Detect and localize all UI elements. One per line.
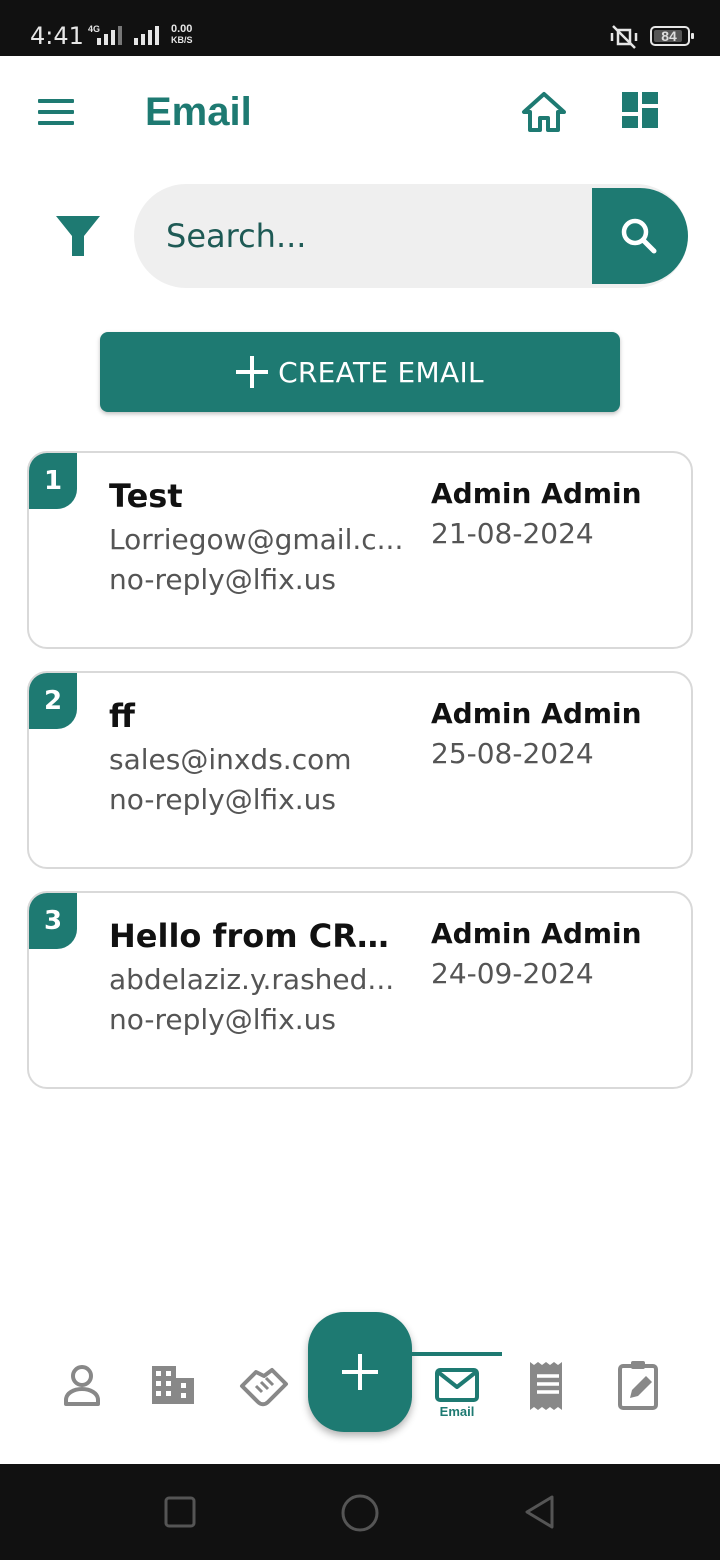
active-tab-indicator	[412, 1352, 502, 1356]
battery-icon: 84	[650, 26, 694, 46]
email-index-badge: 3	[29, 893, 77, 949]
email-index-badge: 2	[29, 673, 77, 729]
home-system-icon[interactable]	[340, 1493, 380, 1533]
system-navigation-bar	[0, 1464, 720, 1560]
menu-button[interactable]	[34, 94, 78, 130]
recent-apps-icon[interactable]	[164, 1496, 196, 1528]
plus-icon	[236, 356, 269, 388]
add-icon	[342, 1354, 378, 1390]
company-icon[interactable]	[142, 1356, 202, 1416]
email-owner: Admin Admin	[431, 477, 642, 510]
app-bar: Email	[0, 56, 720, 166]
email-date: 25-08-2024	[431, 737, 594, 770]
email-recipient: Lorriegow@gmail.c...	[109, 523, 404, 556]
nav-email-label: Email	[439, 1404, 475, 1419]
home-icon[interactable]	[520, 90, 568, 134]
invoice-icon[interactable]	[518, 1356, 578, 1416]
vibrate-mute-icon	[610, 25, 638, 49]
email-subject: Test	[109, 477, 183, 515]
status-bar: 4:41 4G 0.00 KB/S 84	[0, 0, 720, 56]
email-card[interactable]: 2 ff sales@inxds.com no-reply@lfix.us Ad…	[27, 671, 693, 869]
email-date: 24-09-2024	[431, 957, 594, 990]
speed-value: 0.00	[171, 23, 193, 35]
signal-2-icon	[134, 26, 159, 45]
email-owner: Admin Admin	[431, 917, 642, 950]
battery-level: 84	[661, 28, 677, 44]
dashboard-icon[interactable]	[618, 92, 662, 132]
filter-icon[interactable]	[54, 214, 102, 258]
deals-icon[interactable]	[234, 1356, 294, 1416]
email-recipient: sales@inxds.com	[109, 743, 352, 776]
status-time: 4:41	[30, 22, 84, 50]
email-owner: Admin Admin	[431, 697, 642, 730]
page-title: Email	[145, 90, 252, 134]
email-subject: Hello from CRM ...	[109, 917, 409, 955]
network-speed: 0.00 KB/S	[171, 24, 193, 46]
add-button[interactable]	[308, 1312, 412, 1432]
email-sender: no-reply@lfix.us	[109, 783, 336, 816]
email-index-badge: 1	[29, 453, 77, 509]
bottom-navigation: Email	[0, 1312, 720, 1464]
search-bar	[134, 184, 688, 288]
back-icon[interactable]	[522, 1494, 558, 1530]
email-sender: no-reply@lfix.us	[109, 1003, 336, 1036]
tasks-icon[interactable]	[608, 1356, 668, 1416]
search-input[interactable]	[166, 210, 566, 262]
contacts-icon[interactable]	[52, 1356, 112, 1416]
email-recipient: abdelaziz.y.rashed...	[109, 963, 395, 996]
signal-1-icon	[97, 26, 122, 45]
email-subject: ff	[109, 697, 135, 735]
search-icon	[621, 218, 657, 254]
speed-unit: KB/S	[171, 35, 193, 45]
search-button[interactable]	[592, 188, 688, 284]
email-sender: no-reply@lfix.us	[109, 563, 336, 596]
email-card[interactable]: 3 Hello from CRM ... abdelaziz.y.rashed.…	[27, 891, 693, 1089]
create-email-label: CREATE EMAIL	[278, 355, 484, 389]
email-date: 21-08-2024	[431, 517, 594, 550]
create-email-button[interactable]: CREATE EMAIL	[100, 332, 620, 412]
email-card[interactable]: 1 Test Lorriegow@gmail.c... no-reply@lfi…	[27, 451, 693, 649]
